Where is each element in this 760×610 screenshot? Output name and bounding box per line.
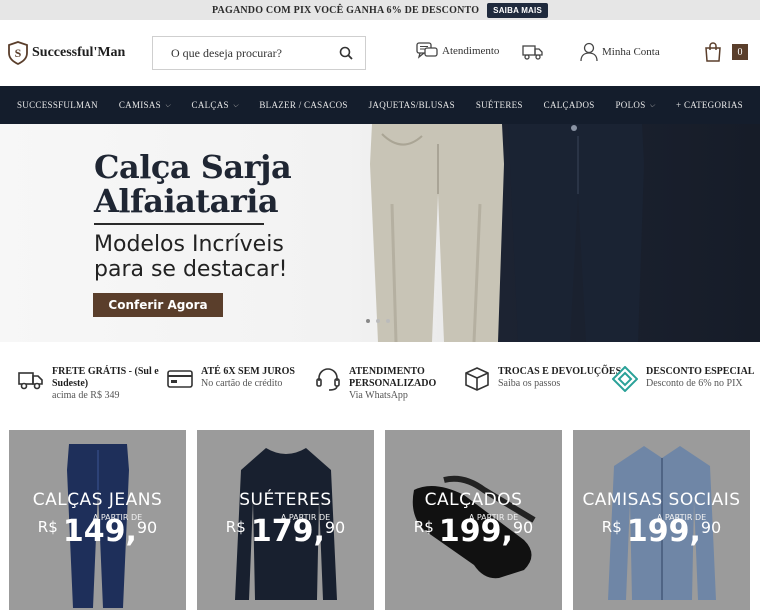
benefit-atendimento[interactable]: ATENDIMENTO PERSONALIZADO Via WhatsApp [315, 366, 436, 402]
search-bar[interactable]: O que deseja procurar? [152, 36, 366, 70]
benefit-subtitle: Saiba os passos [498, 378, 561, 389]
atendimento-link[interactable]: Atendimento [416, 42, 499, 60]
pix-icon [612, 366, 638, 392]
price-integer: 179 [250, 514, 314, 549]
nav-item-polos[interactable]: POLOS ⌵ [616, 100, 656, 110]
benefit-title-line2: Sudeste) [52, 378, 89, 389]
navy-pants-image [508, 124, 644, 342]
box-icon [465, 367, 489, 391]
hero-divider [94, 223, 264, 225]
promo-text: PAGANDO COM PIX VOCÊ GANHA 6% DE DESCONT… [211, 4, 480, 16]
price-cents: 90 [700, 518, 722, 537]
card-price: R$ 199,90 [601, 514, 722, 549]
logo-text: Successful'Man [32, 45, 126, 60]
price-currency: R$ [225, 518, 246, 536]
hero-subtitle: Modelos Incríveis para se destacar! [94, 232, 287, 282]
hero-title-line2: Alfaiataria [94, 182, 279, 220]
shield-logo-icon: S [8, 41, 28, 65]
benefits-bar: FRETE GRÁTIS - (Sul e Sudeste) acima de … [0, 342, 760, 430]
category-cards: CALÇAS JEANS A PARTIR DE R$ 149,90 SUÉTE… [9, 430, 750, 610]
hero-subtitle-line2: para se destacar! [94, 257, 288, 282]
price-currency: R$ [37, 518, 58, 536]
benefit-frete[interactable]: FRETE GRÁTIS - (Sul e Sudeste) acima de … [18, 366, 159, 402]
nav-item-calcas[interactable]: CALÇAS ⌵ [192, 100, 239, 110]
category-card-camisas-sociais[interactable]: CAMISAS SOCIAIS A PARTIR DE R$ 199,90 [573, 430, 750, 610]
benefit-parcelamento[interactable]: ATÉ 6X SEM JUROS No cartão de crédito [167, 366, 295, 392]
chevron-down-icon: ⌵ [649, 100, 656, 109]
benefit-subtitle: No cartão de crédito [201, 378, 283, 389]
benefit-title: ATENDIMENTO [349, 366, 425, 377]
benefit-title: ATÉ 6X SEM JUROS [201, 366, 295, 377]
nav-item-mais-categorias[interactable]: + CATEGORIAS [676, 100, 743, 110]
price-currency: R$ [601, 518, 622, 536]
category-card-sueteres[interactable]: SUÉTERES A PARTIR DE R$ 179,90 [197, 430, 374, 610]
card-category: CAMISAS SOCIAIS [582, 490, 741, 510]
chevron-down-icon: ⌵ [164, 100, 171, 109]
category-card-calcados[interactable]: CALÇADOS A PARTIR DE R$ 199,90 [385, 430, 562, 610]
category-card-calcas-jeans[interactable]: CALÇAS JEANS A PARTIR DE R$ 149,90 [9, 430, 186, 610]
atendimento-label: Atendimento [442, 45, 500, 57]
nav-item-blazer[interactable]: BLAZER / CASACOS [259, 100, 347, 110]
benefit-desconto[interactable]: DESCONTO ESPECIAL Desconto de 6% no PIX [612, 366, 754, 392]
price-integer: 149 [62, 514, 126, 549]
promo-more-button[interactable]: SAIBA MAIS [487, 2, 548, 18]
hero-subtitle-line1: Modelos Incríveis [94, 232, 284, 257]
benefit-subtitle: Via WhatsApp [349, 390, 408, 401]
hero-title-line1: Calça Sarja [94, 148, 292, 186]
chat-bubbles-icon [416, 42, 438, 59]
nav-item-camisas[interactable]: CAMISAS ⌵ [119, 100, 171, 110]
benefit-title-line2: PERSONALIZADO [349, 378, 437, 389]
price-currency: R$ [413, 518, 434, 536]
carousel-dot[interactable] [386, 319, 390, 323]
main-nav: SUCCESSFULMAN CAMISAS ⌵ CALÇAS ⌵ BLAZER / … [0, 86, 760, 124]
benefit-trocas[interactable]: TROCAS E DEVOLUÇÕES Saiba os passos [464, 366, 621, 392]
chevron-down-icon: ⌵ [232, 100, 239, 109]
card-price: R$ 179,90 [225, 514, 346, 549]
truck-icon [522, 45, 543, 60]
svg-text:S: S [15, 46, 22, 60]
search-icon[interactable] [339, 46, 353, 60]
nav-item-successfulman[interactable]: SUCCESSFULMAN [17, 100, 98, 110]
benefit-title: FRETE GRÁTIS - (Sul e [52, 366, 159, 377]
user-icon [580, 42, 598, 62]
hero-banner[interactable]: Calça Sarja Alfaiataria Modelos Incrívei… [0, 124, 760, 342]
benefit-subtitle: acima de R$ 349 [52, 390, 120, 401]
benefit-title: DESCONTO ESPECIAL [646, 366, 755, 377]
price-cents: 90 [324, 518, 346, 537]
credit-card-icon [167, 370, 193, 388]
hero-title: Calça Sarja Alfaiataria [94, 148, 292, 220]
cart-count-badge: 0 [732, 44, 748, 60]
card-category: CALÇAS JEANS [32, 490, 163, 510]
tracking-link[interactable] [522, 44, 544, 60]
headset-icon [316, 368, 340, 391]
price-cents: 90 [136, 518, 158, 537]
card-category: SUÉTERES [239, 490, 332, 510]
card-price: R$ 199,90 [413, 514, 534, 549]
truck-icon [18, 372, 43, 390]
nav-item-sueteres[interactable]: SUÉTERES [476, 100, 523, 110]
nav-item-jaquetas[interactable]: JAQUETAS/BLUSAS [369, 100, 455, 110]
benefit-title: TROCAS E DEVOLUÇÕES [498, 366, 622, 377]
minha-conta-label: Minha Conta [602, 46, 660, 58]
khaki-pants-image [370, 124, 504, 342]
carousel-dot[interactable] [366, 319, 370, 323]
nav-item-calcados[interactable]: CALÇADOS [544, 100, 595, 110]
benefit-subtitle: Desconto de 6% no PIX [646, 378, 743, 389]
shopping-bag-icon [705, 42, 721, 62]
carousel-dots[interactable] [366, 319, 390, 323]
search-input[interactable]: O que deseja procurar? [171, 46, 282, 61]
price-integer: 199 [438, 514, 502, 549]
price-integer: 199 [626, 514, 690, 549]
card-price: R$ 149,90 [37, 514, 158, 549]
hero-cta-button[interactable]: Conferir Agora [93, 293, 223, 317]
logo[interactable]: S Successful'Man [8, 41, 152, 65]
price-cents: 90 [512, 518, 534, 537]
cart-button[interactable]: 0 [704, 42, 748, 62]
card-category: CALÇADOS [424, 490, 523, 510]
carousel-dot[interactable] [376, 319, 380, 323]
promo-bar: PAGANDO COM PIX VOCÊ GANHA 6% DE DESCONT… [0, 0, 760, 20]
minha-conta-link[interactable]: Minha Conta [580, 42, 660, 62]
site-header: S Successful'Man O que deseja procurar? … [0, 20, 760, 86]
